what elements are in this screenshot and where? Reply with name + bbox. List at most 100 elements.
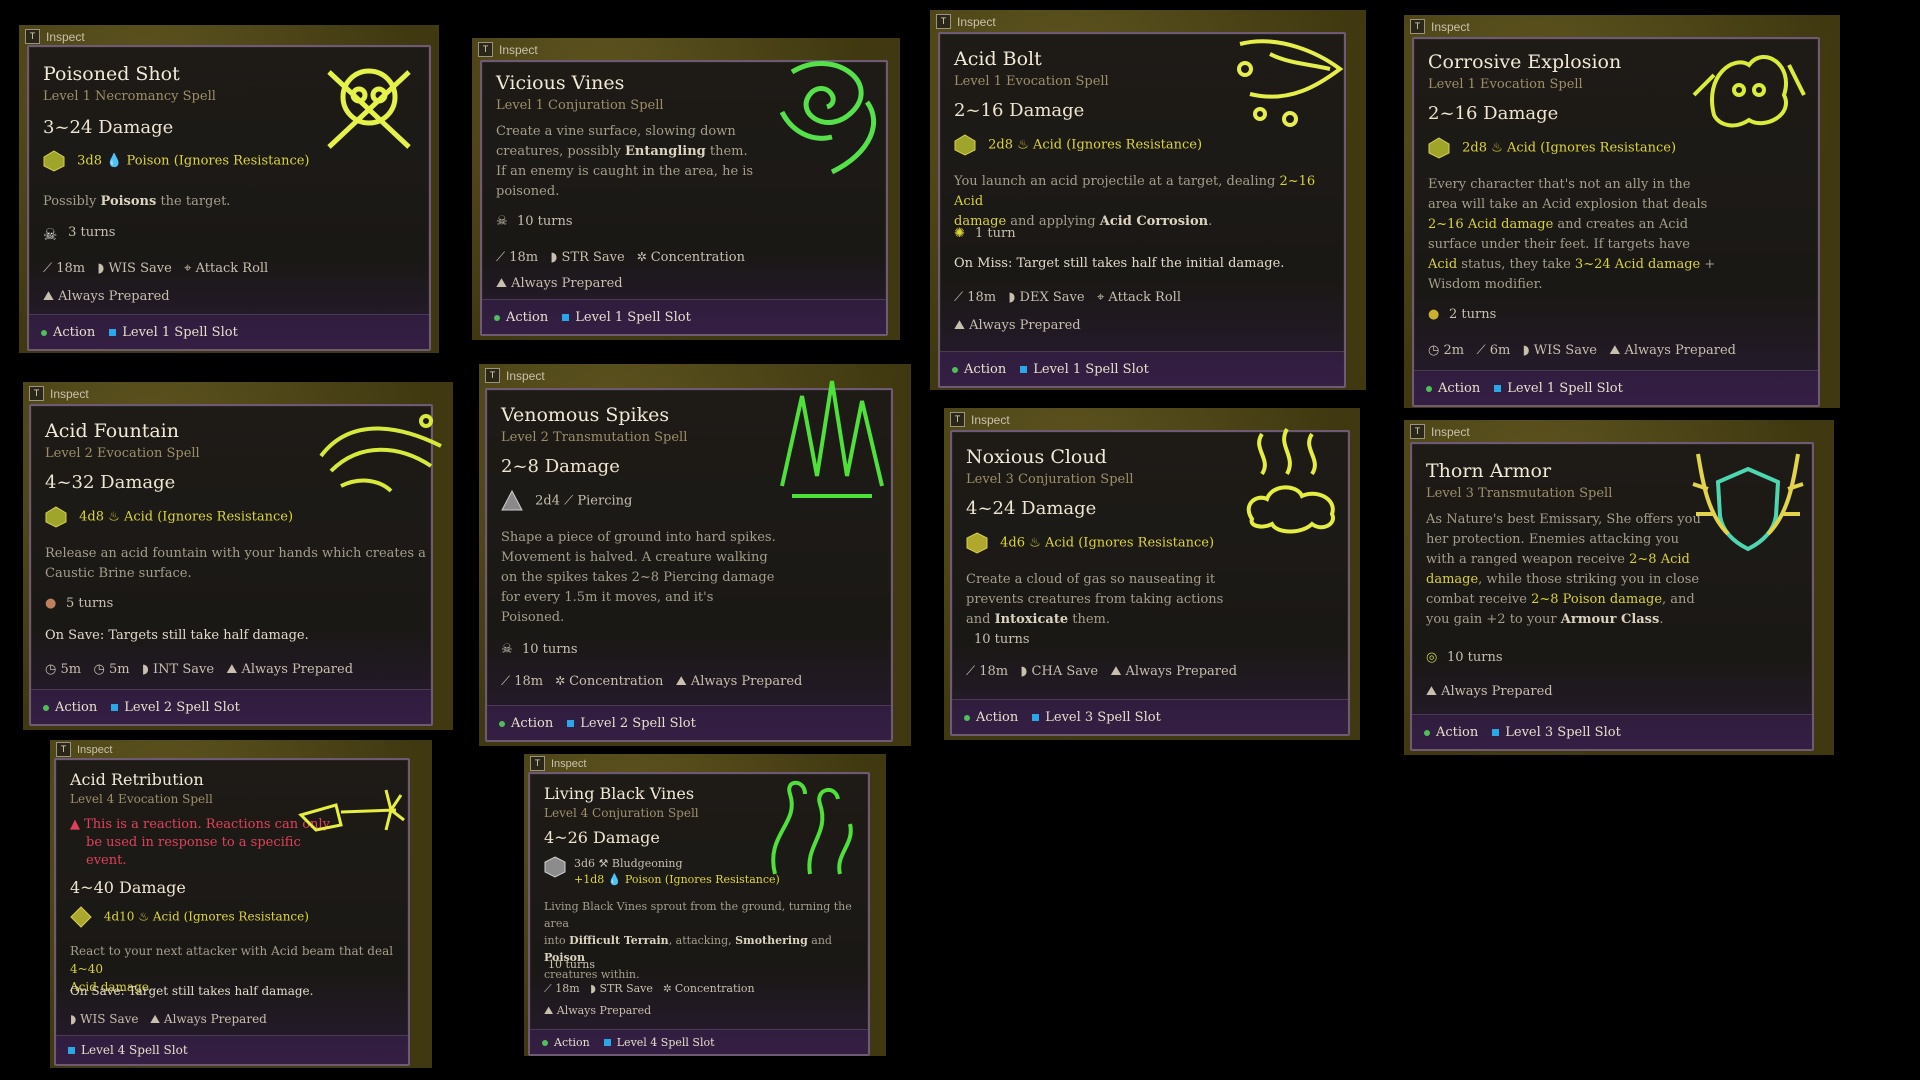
spell-level: Level 1 Evocation Spell [954,74,1109,89]
vine-swirl-icon [779,60,877,175]
spell-name: Corrosive Explosion [1428,51,1622,73]
acid-icon: ♨ [1017,137,1029,153]
thorn-ring-icon: ◎ [1426,650,1438,665]
range-icon: ⟋ [954,290,964,305]
save-icon: ◗ [1020,664,1028,679]
save-icon: ◗ [550,250,558,265]
save-icon: ◗ [70,1012,77,1026]
spell-name: Acid Fountain [45,420,179,442]
d6-die-icon [544,856,566,878]
spell-description: Every character that's not an ally in th… [1428,177,1716,292]
spell-level: Level 1 Necromancy Spell [43,89,216,104]
damage-range: 3~24 Damage [43,117,174,138]
range-icon: ⟋ [496,250,506,265]
spell-card-corrosive-explosion: T Inspect Corrosive Explosion Level 1 Evo… [1404,15,1840,408]
warning-icon: ▲ [70,817,80,832]
prepared-icon: ⛰ [149,1012,161,1026]
thorn-shield-icon [1692,453,1804,552]
inspect-hint[interactable]: T Inspect [25,29,85,44]
spell-card-vicious-vines: T Inspect Vicious Vines Level 1 Conjurati… [472,38,900,340]
damage-range: 2~16 Damage [1428,103,1559,124]
d6-die-icon [966,532,988,554]
spell-description: Create a vine surface, slowing down crea… [496,124,754,199]
piercing-icon: ⟋ [564,493,574,509]
acid-splash-icon: ✺ [954,226,965,241]
brine-icon: ● [45,596,57,611]
spell-name: Acid Retribution [70,770,204,789]
inspect-hint[interactable]: T Inspect [485,368,545,383]
concentration-icon: ✲ [637,250,647,265]
acid-bolt-icon [1237,39,1344,127]
inspect-hint[interactable]: T Inspect [29,386,89,401]
spell-card-acid-bolt: T Inspect Acid Bolt Level 1 Evocation Spe… [930,10,1366,390]
cost-footer: Action Level 1 Spell Slot [29,314,429,349]
concentration-icon: ✲ [555,674,565,689]
concentration-icon: ✲ [663,982,672,995]
range-icon: ⟋ [966,664,976,679]
cost-footer: Action Level 4 Spell Slot [530,1029,868,1054]
prepared-icon: ⛰ [1609,343,1621,358]
damage-range: 4~24 Damage [966,498,1097,519]
save-note: On Save: Targets still take half damage. [45,628,309,643]
acid-beam-icon [298,789,405,832]
damage-range: 2~8 Damage [501,456,620,477]
skull-icon: ☠ [496,214,508,229]
acid-icon: ♨ [1491,140,1503,156]
miss-note: On Miss: Target still takes half the ini… [954,256,1285,271]
spell-level: Level 4 Conjuration Spell [544,806,699,820]
explosion-icon [1692,54,1806,128]
acid-icon: ♨ [108,509,120,525]
skull-crossbones-icon [327,68,411,149]
crosshair-icon: ⌖ [184,261,192,276]
spell-level: Level 4 Evocation Spell [70,792,213,806]
prepared-icon: ⛰ [43,289,54,304]
spell-name: Acid Bolt [954,48,1042,70]
inspect-hint[interactable]: T Inspect [950,412,1010,427]
inspect-hint[interactable]: T Inspect [530,756,586,771]
save-note: On Save: Target still takes half damage. [70,984,314,998]
spell-card-acid-retribution: T Inspect Acid Retribution Level 4 Evocat… [50,740,432,1068]
spell-card-noxious-cloud: T Inspect Noxious Cloud Level 3 Conjurati… [944,408,1360,740]
spell-description: Create a cloud of gas so nauseating it p… [966,572,1224,627]
save-icon: ◗ [1522,343,1530,358]
d8-die-icon [43,150,65,172]
radius-icon: ◷ [1428,343,1440,358]
spell-level: Level 1 Evocation Spell [1428,77,1583,92]
spell-level: Level 1 Conjuration Spell [496,98,664,113]
save-icon: ◗ [97,261,105,276]
inspect-hint[interactable]: T Inspect [478,42,538,57]
damage-range: 4~32 Damage [45,472,176,493]
spell-card-thorn-armor: T Inspect Thorn Armor Level 3 Transmutati… [1404,420,1834,755]
cost-footer: Level 4 Spell Slot [56,1035,408,1064]
range-icon: ⟋ [544,982,552,995]
prepared-icon: ⛰ [1110,664,1122,679]
d8-die-icon [1428,137,1450,159]
cost-footer: Action Level 3 Spell Slot [952,699,1348,734]
save-icon: ◗ [142,662,149,677]
damage-range: 4~26 Damage [544,828,660,847]
spell-name: Thorn Armor [1426,460,1552,482]
radius-icon: ◷ [45,662,57,677]
acid-fountain-icon [319,414,442,493]
d10-die-icon [70,906,92,928]
spell-card-venomous-spikes: T Inspect Venomous Spikes Level 2 Transmu… [479,364,911,746]
inspect-hint[interactable]: T Inspect [936,14,996,29]
prepared-icon: ⛰ [544,1004,554,1017]
spikes-icon [780,380,884,498]
spell-description: As Nature's best Emissary, She offers yo… [1426,512,1701,627]
spell-name: Living Black Vines [544,784,695,803]
cost-footer: Action Level 2 Spell Slot [31,689,431,724]
inspect-hint[interactable]: T Inspect [56,742,112,757]
cloud-icon [1246,427,1335,534]
spell-card-acid-fountain: T Inspect Acid Fountain Level 2 Evocation… [23,382,453,730]
droplet-icon: 💧 [607,873,622,886]
spell-name: Venomous Spikes [501,404,670,426]
inspect-hint[interactable]: T Inspect [1410,424,1470,439]
skull-icon: ☠ [501,642,513,657]
crosshair-icon: ⌖ [1096,290,1105,305]
spell-level: Level 2 Transmutation Spell [501,430,688,445]
skull-icon: ☠ [43,225,58,244]
d4-die-icon [501,490,523,511]
inspect-hint[interactable]: T Inspect [1410,19,1470,34]
save-icon: ◗ [1008,290,1016,305]
